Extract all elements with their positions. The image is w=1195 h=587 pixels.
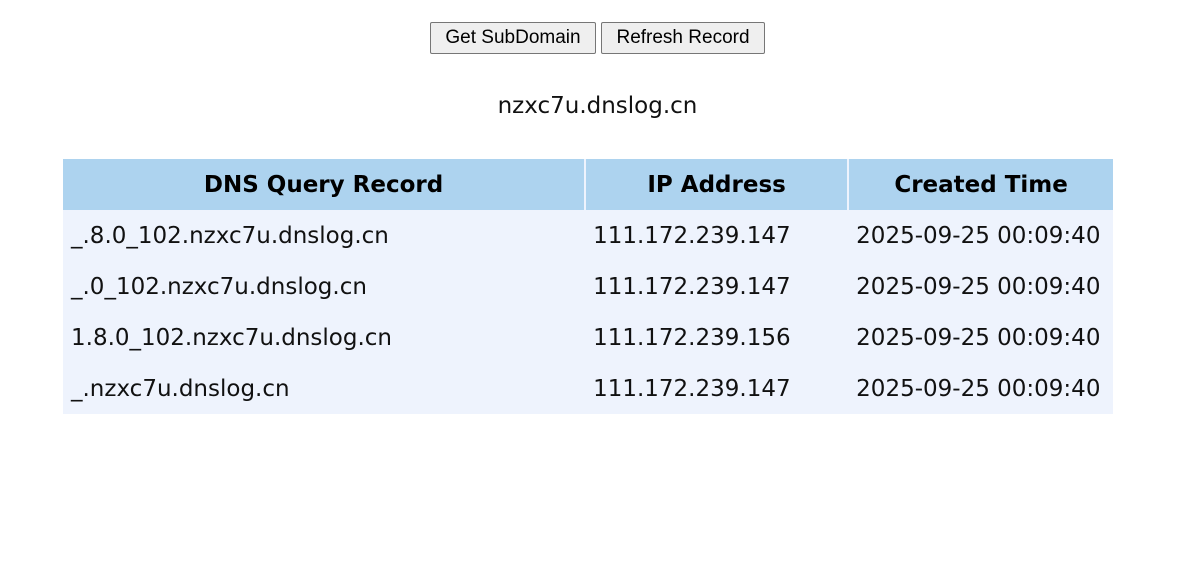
cell-dns-query-record: _.0_102.nzxc7u.dnslog.cn [63,261,586,312]
dns-record-table: DNS Query Record IP Address Created Time… [63,159,1113,414]
refresh-record-button[interactable]: Refresh Record [601,22,765,54]
get-subdomain-button[interactable]: Get SubDomain [430,22,596,54]
cell-created-time: 2025-09-25 00:09:40 [848,210,1113,261]
cell-ip-address: 111.172.239.147 [585,210,849,261]
button-row: Get SubDomain Refresh Record [0,22,1195,54]
cell-dns-query-record: _.nzxc7u.dnslog.cn [63,363,586,414]
table-row: _.8.0_102.nzxc7u.dnslog.cn 111.172.239.1… [63,210,1113,261]
cell-ip-address: 111.172.239.156 [585,312,849,363]
cell-created-time: 2025-09-25 00:09:40 [848,312,1113,363]
cell-dns-query-record: _.8.0_102.nzxc7u.dnslog.cn [63,210,586,261]
table-row: _.nzxc7u.dnslog.cn 111.172.239.147 2025-… [63,363,1113,414]
header-ip-address: IP Address [585,159,850,210]
cell-ip-address: 111.172.239.147 [585,261,849,312]
header-dns-query-record: DNS Query Record [63,159,587,210]
table-row: _.0_102.nzxc7u.dnslog.cn 111.172.239.147… [63,261,1113,312]
cell-created-time: 2025-09-25 00:09:40 [848,261,1113,312]
table-row: 1.8.0_102.nzxc7u.dnslog.cn 111.172.239.1… [63,312,1113,363]
dnslog-page: Get SubDomain Refresh Record nzxc7u.dnsl… [0,0,1195,587]
cell-ip-address: 111.172.239.147 [585,363,849,414]
subdomain-text: nzxc7u.dnslog.cn [497,93,698,119]
header-created-time: Created Time [848,159,1113,210]
cell-created-time: 2025-09-25 00:09:40 [848,363,1113,414]
cell-dns-query-record: 1.8.0_102.nzxc7u.dnslog.cn [63,312,586,363]
table-header-row: DNS Query Record IP Address Created Time [63,159,1113,210]
